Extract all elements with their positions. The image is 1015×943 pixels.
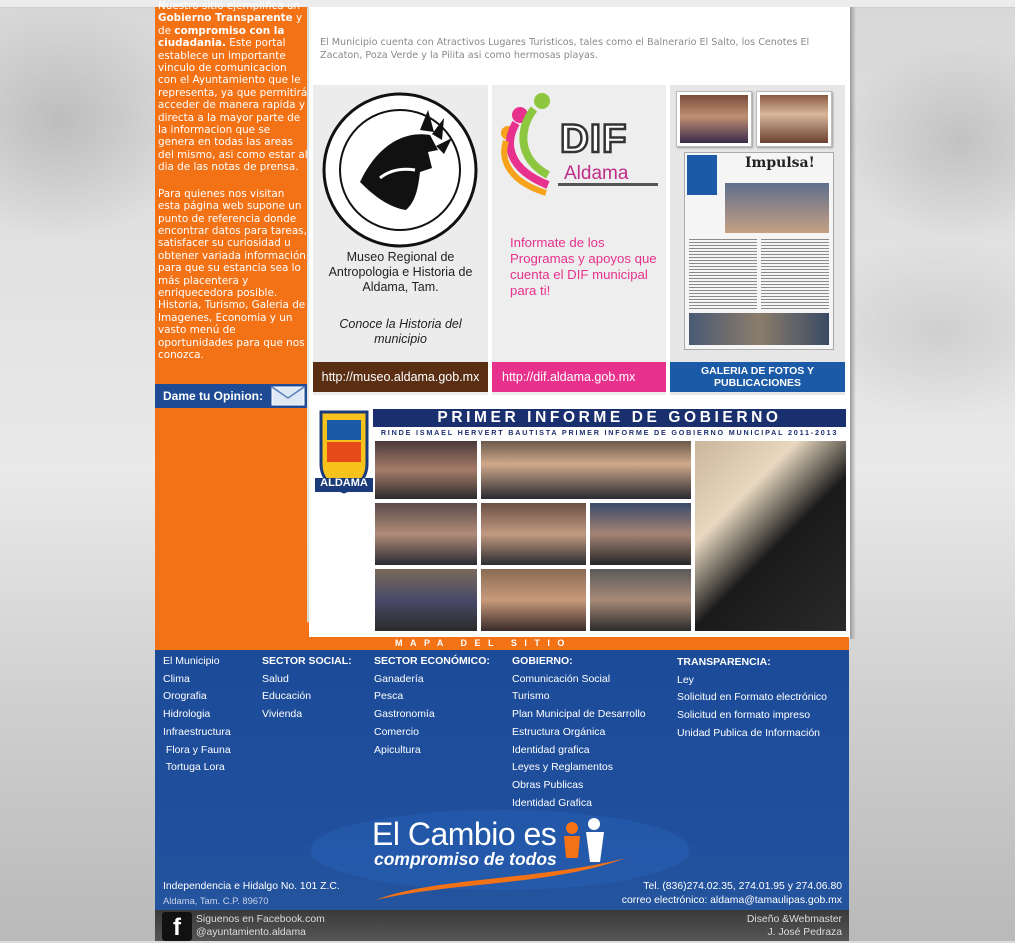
informe-subtitle: RINDE ISMAEL HERVERT BAUTISTA PRIMER INF… [380,428,839,437]
facebook-handle[interactable]: @ayuntamiento.aldama [196,927,306,938]
sitemap-column-gobierno: GOBIERNO: Comunicación Social Turismo Pl… [512,653,646,812]
museo-subtitle: Conoce la Historia del municipio [339,317,462,346]
orange-swoosh-decoration [155,620,309,640]
sitemap-column-social: SECTOR SOCIAL: Salud Educación Vivienda [262,653,352,724]
design-credit: Diseño &Webmaster [746,914,842,925]
sitemap-link[interactable]: Plan Municipal de Desarrollo [512,706,646,724]
slogan-line1: El Cambio es [372,816,557,852]
content-shadow [850,7,856,639]
dif-underline [558,183,658,186]
dif-emblem-icon [501,93,551,196]
opinion-button[interactable]: Dame tu Opinion: [155,384,307,408]
sitemap-heading: TRANSPARENCIA: [677,656,771,668]
intro-paragraph-2: Para quienes nos visitan esta página web… [158,187,307,361]
sitemap-link[interactable]: Pesca [374,688,490,706]
intro-text: Nuestro sitio ejemplifica un Gobierno Tr… [158,0,308,375]
dif-logo: DIF [559,116,628,163]
sitemap-link[interactable]: Infraestructura [163,724,231,742]
museo-card[interactable]: Museo Regional de Antropologia e Histori… [313,85,488,395]
dif-link[interactable]: http://dif.aldama.gob.mx [492,362,666,392]
facebook-text[interactable]: Siguenos en Facebook.com [196,914,325,925]
newspaper-text [761,239,829,309]
dif-logo-sub: Aldama [564,163,629,184]
newspaper-photo-group [689,313,829,345]
people-figures-icon [564,818,604,862]
sitemap-heading: GOBIERNO: [512,655,573,667]
sitemap-link[interactable]: Educación [262,688,352,706]
museo-link[interactable]: http://museo.aldama.gob.mx [313,362,488,392]
informe-photo [375,569,477,631]
gallery-thumbnail-2[interactable] [756,91,832,147]
sitemap-link[interactable]: Ganadería [374,671,490,689]
sitemap-link[interactable]: Leyes y Reglamentos [512,759,646,777]
envelope-icon [271,386,305,406]
museo-logo-icon [322,92,478,248]
newspaper-photo [725,183,829,233]
informe-photo [375,503,477,565]
informe-photo [481,569,586,631]
sitemap-link[interactable]: Identidad grafica [512,742,646,760]
informe-photo [590,569,691,631]
sitemap-link[interactable]: Gastronomía [374,706,490,724]
newspaper-publication[interactable]: Impulsa! [684,152,834,350]
intro-paragraph-1: Nuestro sitio ejemplifica un Gobierno Tr… [158,0,308,174]
sitemap-heading: SECTOR ECONÓMICO: [374,655,490,667]
aldama-crest: ALDAMA [315,408,373,503]
informe-photo [481,441,691,499]
informe-photo [590,503,691,565]
intro-text-c: Este portal establece un importante vinc… [158,37,308,174]
sitemap-link[interactable]: Comercio [374,724,490,742]
informe-banner[interactable]: ALDAMA PRIMER INFORME DE GOBIERNO RINDE … [313,408,846,633]
newspaper-text [689,239,757,309]
sitemap-link[interactable]: Solicitud en Formato electrónico [677,689,827,707]
designer-name: J. José Pedraza [767,927,842,938]
sitemap-link[interactable]: Tortuga Lora [163,759,231,777]
sitemap-link[interactable]: Solicitud en formato impreso [677,707,827,725]
galeria-card[interactable]: Impulsa! GALERIA DE FOTOS Y PUBLICACIONE… [670,85,845,395]
museo-title: Museo Regional de Antropologia e Histori… [328,250,473,294]
sitemap-link[interactable]: Clima [163,671,231,689]
newspaper-crest [687,155,717,195]
sitemap-link[interactable]: Hidrologia [163,706,231,724]
sitemap-link[interactable]: Ley [677,672,827,690]
crest-label: ALDAMA [320,477,368,489]
footer-city: Aldama, Tam. C.P. 89670 [163,895,269,906]
sitemap-link[interactable]: Apicultura [374,742,490,760]
sitemap-link[interactable]: Estructura Orgánica [512,724,646,742]
sitemap-column-economico: SECTOR ECONÓMICO: Ganadería Pesca Gastro… [374,653,490,759]
footer-email[interactable]: correo electrónico: aldama@tamaulipas.go… [622,895,842,906]
sitemap-column-transparencia: TRANSPARENCIA: Ley Solicitud en Formato … [677,654,827,743]
informe-title: PRIMER INFORME DE GOBIERNO [373,409,846,427]
dif-card[interactable]: DIF Aldama Informate de los Programas y … [492,85,666,395]
sitemap-heading: SECTOR SOCIAL: [262,655,352,667]
sitemap-title: MAPA DEL SITIO [395,638,572,648]
sitemap-link[interactable]: Obras Publicas [512,777,646,795]
sitemap-link[interactable]: El Municipio [163,653,231,671]
sitemap-link[interactable]: Turismo [512,688,646,706]
informe-photo [375,441,477,499]
gallery-thumbnail-1[interactable] [676,91,752,147]
facebook-icon[interactable]: f [162,912,192,941]
intro-text-a: Nuestro sitio ejemplifica un [158,0,301,12]
opinion-label: Dame tu Opinion: [163,389,263,403]
sitemap-link[interactable]: Orografia [163,688,231,706]
sitemap-link[interactable]: Salud [262,671,352,689]
newspaper-headline: Impulsa! [745,155,815,171]
sitemap-link[interactable]: Vivienda [262,706,352,724]
footer-phone: Tel. (836)274.02.35, 274.01.95 y 274.06.… [643,881,842,892]
informe-photo [695,441,846,631]
sitemap-column-municipio: El Municipio Clima Orografia Hidrologia … [163,653,231,777]
galeria-link[interactable]: GALERIA DE FOTOS Y PUBLICACIONES [670,362,845,392]
sitemap-link[interactable]: Comunicación Social [512,671,646,689]
footer-address: Independencia e Hidalgo No. 101 Z.C. [163,881,340,892]
informe-photo [481,503,586,565]
sitemap-link[interactable]: Flora y Fauna [163,742,231,760]
tourism-description: El Municipio cuenta con Atractivos Lugar… [320,37,810,61]
sitemap-link[interactable]: Unidad Publica de Información [677,725,827,743]
intro-highlight-1: Gobierno Transparente [158,12,293,25]
dif-message: Informate de los Programas y apoyos que … [510,235,657,298]
